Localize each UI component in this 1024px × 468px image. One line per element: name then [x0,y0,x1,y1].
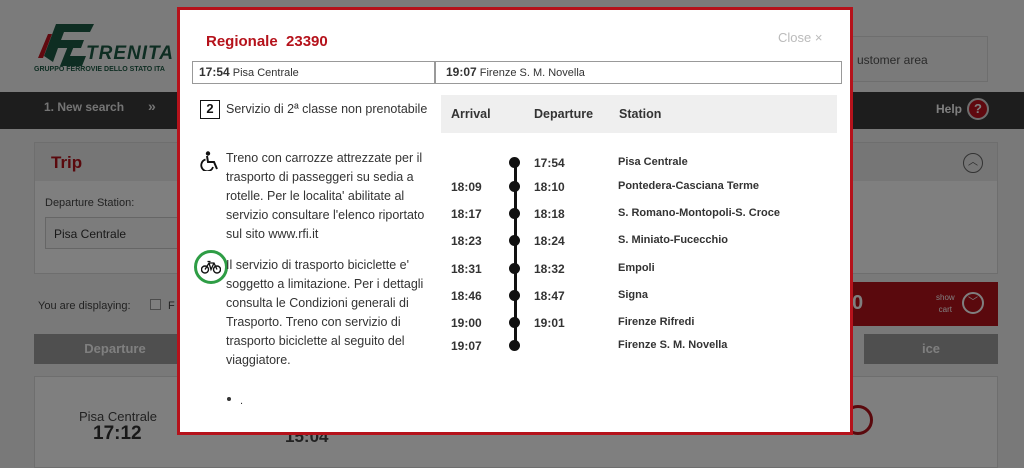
timetable-row: 18:31 18:32 Empoli [441,262,841,280]
service-text: Treno con carrozze attrezzate per il tra… [226,151,425,241]
station-name: Firenze S. M. Novella [618,339,728,351]
arrival-time: 18:17 [451,207,482,221]
station-name: Firenze Rifredi [618,316,695,328]
bullet-text: . [240,395,244,407]
route-from-station: Pisa Centrale [232,67,299,79]
service-text: Servizio di 2ª classe non prenotabile [226,102,428,116]
second-class-icon: 2 [200,100,220,119]
route-from-time: 17:54 [199,65,230,79]
station-name: S. Miniato-Fucecchio [618,234,729,246]
stop-dot [509,157,520,168]
arrival-time: 18:09 [451,180,482,194]
departure-time: 18:24 [534,234,565,248]
timetable-row: 19:07 Firenze S. M. Novella [441,339,841,357]
header-arrival: Arrival [451,107,491,121]
wheelchair-icon [200,151,218,171]
list-bullet [227,397,231,401]
station-name: Pontedera-Casciana Terme [618,180,760,192]
train-details-modal: Regionale 23390 Close × 17:54 Pisa Centr… [177,7,853,435]
station-name: S. Romano-Montopoli-S. Croce [618,207,780,219]
route-to-station: Firenze S. M. Novella [479,67,585,79]
station-name: Pisa Centrale [618,156,688,168]
stop-dot [509,317,520,328]
departure-time: 18:18 [534,207,565,221]
route-to-time: 19:07 [446,65,477,79]
timetable-row: 18:23 18:24 S. Miniato-Fucecchio [441,234,841,252]
close-button[interactable]: Close × [778,30,822,45]
stop-dot [509,263,520,274]
route-from: 17:54 Pisa Centrale [193,62,436,83]
stop-dot [509,340,520,351]
timetable-row: 18:17 18:18 S. Romano-Montopoli-S. Croce [441,207,841,225]
stop-dot [509,290,520,301]
departure-time: 18:10 [534,180,565,194]
arrival-time: 18:23 [451,234,482,248]
arrival-time: 19:07 [451,339,482,353]
modal-title: Regionale 23390 [206,33,328,50]
timetable-row: 17:54 Pisa Centrale [441,156,841,174]
departure-time: 18:32 [534,262,565,276]
stop-dot [509,181,520,192]
arrival-time: 19:00 [451,316,482,330]
timetable-row: 18:09 18:10 Pontedera-Casciana Terme [441,180,841,198]
departure-time: 17:54 [534,156,565,170]
service-wheelchair: Treno con carrozze attrezzate per il tra… [200,149,440,245]
timetable-row: 18:46 18:47 Signa [441,289,841,307]
header-station: Station [619,107,662,121]
stop-dot [509,208,520,219]
station-name: Signa [618,289,648,301]
route-to: 19:07 Firenze S. M. Novella [442,62,840,83]
station-name: Empoli [618,262,655,274]
service-bicycle: Il servizio di trasporto biciclette e' s… [194,250,440,372]
route-summary: 17:54 Pisa Centrale 19:07 Firenze S. M. … [192,61,842,84]
header-departure: Departure [534,107,594,121]
departure-time: 18:47 [534,289,565,303]
bicycle-icon[interactable] [194,250,228,284]
timetable-row: 19:00 19:01 Firenze Rifredi [441,316,841,334]
stop-dot [509,235,520,246]
timetable-header: Arrival Departure Station [441,95,837,133]
service-second-class: 2 Servizio di 2ª classe non prenotabile [200,100,440,140]
departure-time: 19:01 [534,316,565,330]
service-text: Il servizio di trasporto biciclette e' s… [226,258,424,367]
arrival-time: 18:31 [451,262,482,276]
arrival-time: 18:46 [451,289,482,303]
